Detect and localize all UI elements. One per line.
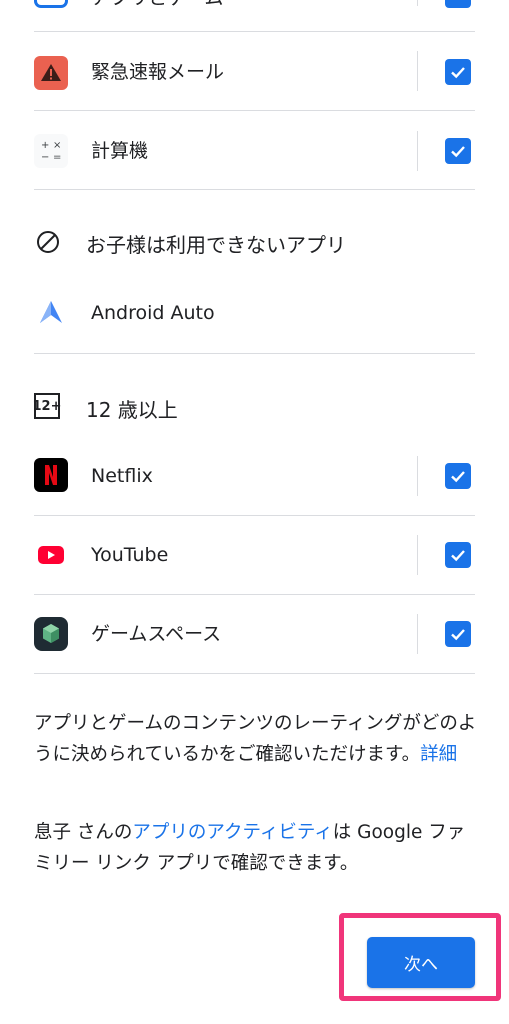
row-separator: [417, 456, 418, 496]
divider: [34, 110, 475, 111]
divider: [34, 515, 475, 516]
section-title-unavailable: お子様は利用できないアプリ: [86, 233, 346, 257]
svg-text:−: −: [41, 152, 49, 163]
app-label: Android Auto: [91, 302, 215, 324]
app-row-netflix: Netflix: [0, 446, 509, 506]
app-label: 計算機: [91, 140, 149, 162]
next-button[interactable]: 次へ: [367, 937, 475, 988]
section-title-12plus: 12 歳以上: [86, 398, 178, 422]
divider: [34, 189, 475, 190]
app-label-partial: アプリとゲーム: [91, 0, 223, 10]
row-separator: [417, 51, 418, 91]
divider: [34, 594, 475, 595]
app-label: Netflix: [91, 465, 153, 487]
app-activity-link[interactable]: アプリのアクティビティ: [132, 822, 332, 843]
app-row-android-auto: Android Auto: [0, 283, 509, 343]
divider: [34, 31, 475, 32]
app-icon-partial: [34, 0, 68, 8]
svg-text:=: =: [53, 152, 61, 163]
app-row-emergency-alerts: 緊急速報メール: [0, 41, 509, 101]
youtube-icon: [38, 546, 64, 564]
details-link[interactable]: 詳細: [420, 744, 457, 765]
warning-icon: [34, 56, 68, 90]
app-checkbox[interactable]: [445, 542, 471, 568]
app-row-youtube: YouTube: [0, 525, 509, 585]
row-separator: [417, 0, 418, 6]
next-button-label: 次へ: [404, 955, 438, 975]
divider: [34, 673, 475, 674]
app-checkbox[interactable]: [445, 621, 471, 647]
rating-info-body: アプリとゲームのコンテンツのレーティングがどのように決められているかをご確認いた…: [34, 713, 477, 765]
app-label: YouTube: [91, 544, 169, 566]
age-rating-badge-text: 12+: [32, 398, 62, 414]
row-separator: [417, 535, 418, 575]
row-separator: [417, 131, 418, 171]
game-space-icon: [34, 617, 68, 651]
app-checkbox[interactable]: [445, 463, 471, 489]
divider: [34, 353, 475, 354]
age-rating-badge: 12+: [32, 393, 62, 419]
app-label: ゲームスペース: [91, 623, 222, 645]
block-icon: [36, 230, 60, 254]
app-checkbox[interactable]: [445, 138, 471, 164]
svg-text:+: +: [41, 140, 49, 151]
row-separator: [417, 614, 418, 654]
app-label: 緊急速報メール: [91, 61, 225, 83]
activity-info-prefix: 息子 さんの: [34, 822, 133, 843]
app-row-game-space: ゲームスペース: [0, 604, 509, 664]
netflix-icon: [34, 458, 68, 492]
calculator-icon: + × − =: [34, 134, 68, 168]
app-checkbox-partial[interactable]: [445, 0, 471, 8]
rating-info-text: アプリとゲームのコンテンツのレーティングがどのように決められているかをご確認いた…: [34, 708, 479, 770]
android-auto-icon: [36, 297, 66, 327]
app-row-calculator: + × − = 計算機: [0, 121, 509, 181]
svg-text:×: ×: [53, 140, 61, 151]
activity-info-text: 息子 さんのアプリのアクティビティは Google ファミリー リンク アプリで…: [34, 817, 479, 879]
app-checkbox[interactable]: [445, 59, 471, 85]
